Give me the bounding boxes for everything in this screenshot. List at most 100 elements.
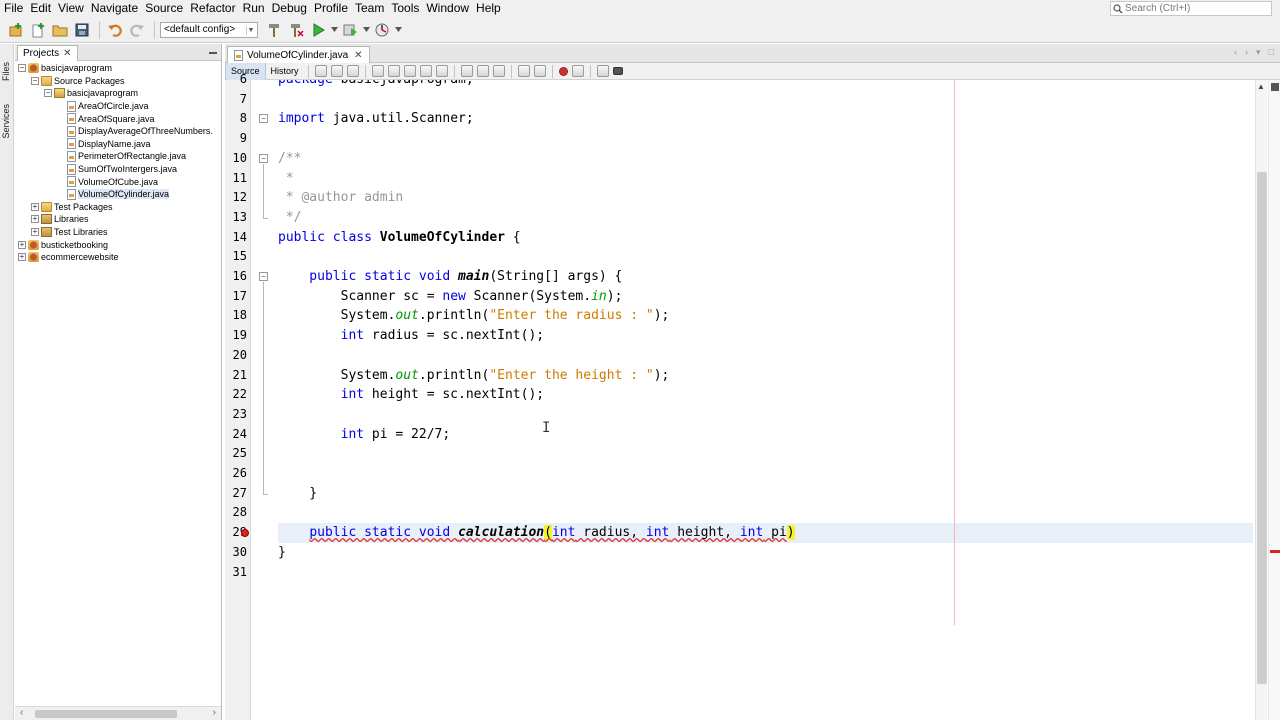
code-line[interactable]: } (278, 484, 317, 504)
scroll-up-icon[interactable]: ▲ (1257, 82, 1265, 91)
history-mode-button[interactable]: History (266, 63, 304, 80)
back-icon[interactable] (314, 65, 327, 77)
search-box[interactable]: Search (Ctrl+I) (1110, 1, 1272, 16)
menu-tools[interactable]: Tools (387, 0, 422, 17)
code-editor[interactable]: package basicjavaprogram; import java.uti… (278, 80, 1253, 720)
tree-item[interactable]: − basicjavaprogram (18, 62, 112, 75)
expand-icon[interactable]: + (31, 215, 39, 224)
expand-icon[interactable]: + (31, 202, 39, 211)
code-line[interactable]: * @author admin (278, 188, 403, 208)
services-rail-tab[interactable]: Services (1, 104, 11, 139)
tree-item[interactable]: + ecommercewebsite (18, 251, 119, 264)
code-line[interactable]: public static void main(String[] args) { (278, 267, 622, 287)
new-file-icon[interactable] (28, 20, 48, 40)
menu-edit[interactable]: Edit (26, 0, 54, 17)
expand-icon[interactable]: + (18, 240, 26, 249)
close-icon[interactable]: ✕ (63, 46, 71, 61)
find-selection-icon[interactable] (419, 65, 432, 77)
dropdown-arrow-icon[interactable] (362, 20, 370, 40)
find-icon[interactable] (371, 65, 384, 77)
new-project-icon[interactable] (6, 20, 26, 40)
shift-right-icon[interactable] (533, 65, 546, 77)
menu-view[interactable]: View (54, 0, 87, 17)
menu-debug[interactable]: Debug (268, 0, 310, 17)
code-line[interactable]: public class VolumeOfCylinder { (278, 228, 521, 248)
fold-collapse-icon[interactable]: − (259, 272, 268, 281)
code-line[interactable]: int radius = sc.nextInt(); (278, 326, 545, 346)
menu-help[interactable]: Help (472, 0, 504, 17)
expand-icon[interactable]: + (18, 253, 26, 262)
maximize-icon[interactable]: □ (1269, 47, 1274, 58)
toggle-bookmark-icon[interactable] (492, 65, 505, 77)
file-tab[interactable]: VolumeOfCylinder.java ✕ (227, 46, 370, 64)
chevron-left-icon[interactable]: ‹ (1234, 47, 1237, 58)
close-icon[interactable]: ✕ (354, 50, 362, 61)
code-line[interactable]: import java.util.Scanner; (278, 109, 474, 129)
horizontal-scrollbar[interactable]: ‹ › (15, 706, 221, 720)
error-marker[interactable] (1270, 550, 1280, 553)
tree-item[interactable]: − Source Packages (31, 75, 125, 88)
menu-profile[interactable]: Profile (310, 0, 351, 17)
dropdown-arrow-icon[interactable] (330, 20, 338, 40)
menu-source[interactable]: Source (141, 0, 186, 17)
clean-build-icon[interactable] (286, 20, 306, 40)
forward-icon[interactable] (330, 65, 343, 77)
tree-item[interactable]: + Test Packages (31, 201, 113, 214)
code-line[interactable]: package basicjavaprogram; (278, 80, 474, 90)
tree-item[interactable]: + Libraries (31, 213, 89, 226)
collapse-icon[interactable]: − (18, 64, 26, 73)
tree-item[interactable]: VolumeOfCube.java (57, 175, 158, 188)
code-line[interactable]: Scanner sc = new Scanner(System.in); (278, 287, 623, 307)
shift-left-icon[interactable] (517, 65, 530, 77)
toggle-highlight-icon[interactable] (435, 65, 448, 77)
projects-tab[interactable]: Projects ✕ (17, 45, 78, 61)
previous-bookmark-icon[interactable] (460, 65, 473, 77)
collapse-icon[interactable]: − (31, 76, 39, 85)
uncomment-icon[interactable] (612, 67, 623, 75)
config-select[interactable]: <default config> ▼ (160, 21, 258, 38)
comment-icon[interactable] (596, 65, 609, 77)
code-line[interactable]: * (278, 169, 294, 189)
menu-window[interactable]: Window (422, 0, 472, 17)
menu-refactor[interactable]: Refactor (186, 0, 238, 17)
save-all-icon[interactable] (72, 20, 92, 40)
chevron-down-icon[interactable]: ▾ (1256, 47, 1261, 58)
scrollbar-thumb[interactable] (1257, 172, 1267, 684)
code-line[interactable]: int pi = 22/7; (278, 425, 451, 445)
error-icon[interactable] (241, 529, 249, 538)
start-macro-icon[interactable] (558, 66, 568, 76)
tree-item[interactable]: SumOfTwoIntergers.java (57, 163, 177, 176)
scroll-left-icon[interactable]: ‹ (20, 707, 23, 718)
menu-file[interactable]: File (0, 0, 26, 17)
menu-team[interactable]: Team (351, 0, 387, 17)
minimize-icon[interactable] (209, 52, 217, 54)
open-project-icon[interactable] (50, 20, 70, 40)
code-line[interactable]: System.out.println("Enter the height : "… (278, 366, 670, 386)
find-previous-icon[interactable] (387, 65, 400, 77)
error-status-icon[interactable] (1271, 83, 1279, 91)
tree-item[interactable]: DisplayName.java (57, 138, 151, 151)
tree-item[interactable]: − basicjavaprogram (44, 87, 138, 100)
files-rail-tab[interactable]: Files (1, 62, 11, 81)
code-line[interactable]: */ (278, 208, 302, 228)
collapse-icon[interactable]: − (44, 89, 52, 98)
tree-item[interactable]: PerimeterOfRectangle.java (57, 150, 186, 163)
undo-icon[interactable] (105, 20, 125, 40)
tree-item[interactable]: DisplayAverageOfThreeNumbers. (57, 125, 213, 138)
debug-icon[interactable] (340, 20, 360, 40)
stop-macro-icon[interactable] (571, 65, 584, 77)
vertical-scrollbar[interactable]: ▲ (1255, 80, 1267, 720)
scrollbar-thumb[interactable] (35, 710, 177, 718)
menu-navigate[interactable]: Navigate (87, 0, 141, 17)
expand-icon[interactable]: + (31, 228, 39, 237)
run-icon[interactable] (308, 20, 328, 40)
code-line[interactable]: /** (278, 149, 301, 169)
redo-icon[interactable] (127, 20, 147, 40)
scroll-right-icon[interactable]: › (213, 707, 216, 718)
code-line[interactable]: public static void calculation(int radiu… (278, 523, 795, 543)
menu-run[interactable]: Run (239, 0, 268, 17)
fold-collapse-icon[interactable]: − (259, 114, 268, 124)
profile-icon[interactable] (372, 20, 392, 40)
code-line[interactable]: System.out.println("Enter the radius : "… (278, 306, 670, 326)
tree-item[interactable]: + busticketbooking (18, 238, 108, 251)
